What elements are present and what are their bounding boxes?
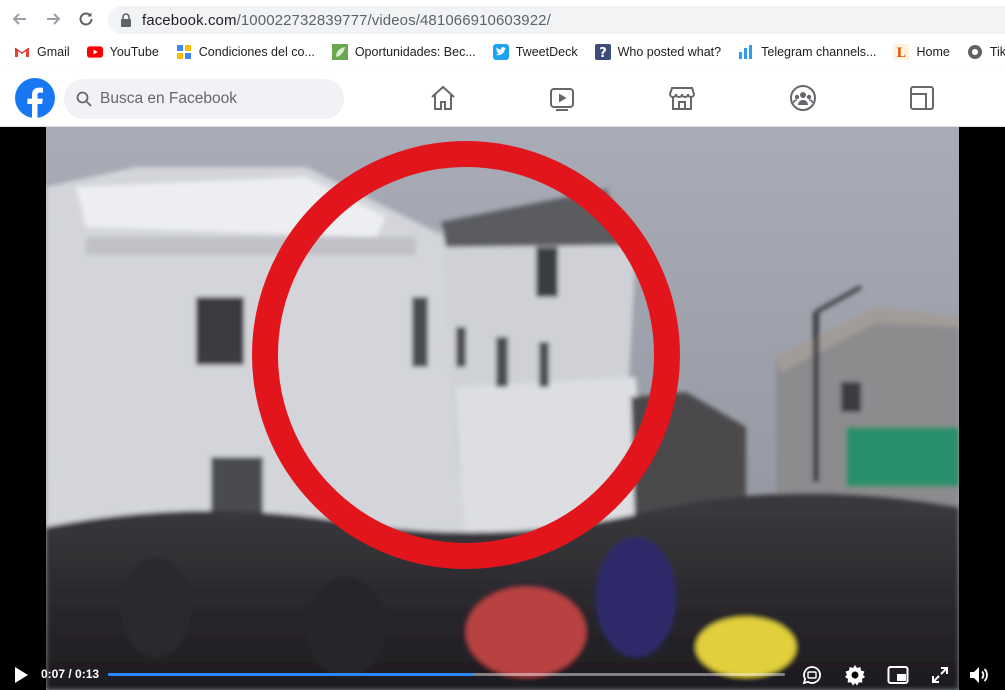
- bookmark-who-posted[interactable]: ? Who posted what?: [594, 44, 722, 60]
- url-host: facebook.com: [142, 12, 237, 29]
- time-display: 0:07 / 0:13: [41, 667, 100, 681]
- nav-marketplace[interactable]: [668, 84, 696, 112]
- groups-icon: [790, 85, 816, 111]
- home-icon: [431, 85, 455, 110]
- bookmark-tweetdeck[interactable]: TweetDeck: [492, 44, 578, 60]
- reload-icon: [79, 12, 93, 26]
- nav-watch[interactable]: [548, 84, 576, 112]
- svg-text:?: ?: [599, 46, 607, 60]
- fullscreen-button[interactable]: [928, 663, 952, 687]
- search-box[interactable]: Busca en Facebook: [64, 79, 344, 119]
- watch-icon: [550, 88, 574, 111]
- back-button[interactable]: [10, 9, 30, 29]
- youtube-icon: [86, 44, 103, 60]
- bookmark-label: Gmail: [37, 45, 70, 59]
- captions-button[interactable]: [800, 663, 824, 687]
- url-text: facebook.com/100022732839777/videos/4810…: [142, 12, 551, 29]
- bookmark-label: TikTok We: [989, 45, 1005, 59]
- nav-gaming[interactable]: [908, 84, 936, 112]
- browser-toolbar: facebook.com/100022732839777/videos/4810…: [0, 0, 1005, 38]
- volume-icon: [970, 667, 988, 683]
- bookmark-label: Condiciones del co...: [198, 45, 315, 59]
- video-still: [46, 127, 959, 690]
- marketplace-icon: [668, 87, 696, 110]
- arrow-left-icon: [12, 13, 26, 25]
- facebook-header: Busca en Facebook: [0, 68, 1005, 127]
- bookmark-tiktok[interactable]: TikTok We: [967, 44, 1005, 60]
- video-player[interactable]: [0, 127, 1005, 690]
- volume-button[interactable]: [967, 663, 991, 687]
- tweetdeck-icon: [492, 44, 509, 60]
- lock-icon: [121, 13, 131, 27]
- bookmark-label: Who posted what?: [617, 45, 722, 59]
- bookmark-label: Oportunidades: Bec...: [354, 45, 476, 59]
- nav-groups[interactable]: [789, 84, 817, 112]
- bookmarks-bar: Gmail YouTube Condiciones del co... Opor…: [0, 38, 1005, 66]
- bookmark-label: TweetDeck: [515, 45, 578, 59]
- progress-fill: [108, 673, 474, 676]
- gmail-icon: [14, 44, 30, 60]
- arrow-right-icon: [47, 13, 61, 25]
- chart-bars-icon: [738, 44, 754, 60]
- bookmark-home[interactable]: L Home: [893, 44, 950, 60]
- letter-l-icon: L: [893, 44, 910, 60]
- play-button[interactable]: [9, 663, 33, 687]
- bookmark-condiciones[interactable]: Condiciones del co...: [176, 44, 315, 60]
- fullscreen-icon: [932, 667, 948, 683]
- search-icon: [76, 91, 92, 107]
- bookmark-youtube[interactable]: YouTube: [86, 44, 159, 60]
- gaming-icon: [910, 86, 934, 110]
- reload-button[interactable]: [76, 9, 96, 29]
- captions-icon: [802, 666, 821, 685]
- play-icon: [15, 667, 28, 683]
- pinwheel-icon: [176, 44, 192, 60]
- bookmark-gmail[interactable]: Gmail: [14, 44, 70, 60]
- nav-home[interactable]: [429, 84, 457, 112]
- svg-text:L: L: [897, 46, 906, 60]
- facebook-logo-icon[interactable]: [15, 78, 55, 118]
- miniplayer-icon: [887, 666, 909, 684]
- bookmark-label: YouTube: [109, 45, 159, 59]
- video-frame[interactable]: [46, 127, 959, 690]
- bookmark-telegram[interactable]: Telegram channels...: [738, 44, 876, 60]
- address-bar[interactable]: facebook.com/100022732839777/videos/4810…: [108, 6, 1005, 34]
- bookmark-label: Home: [916, 45, 950, 59]
- globe-icon: [967, 44, 983, 60]
- forward-button[interactable]: [43, 9, 63, 29]
- bookmark-label: Telegram channels...: [761, 45, 877, 59]
- miniplayer-button[interactable]: [886, 663, 910, 687]
- bookmark-oportunidades[interactable]: Oportunidades: Bec...: [331, 44, 476, 60]
- url-path: /100022732839777/videos/481066910603922/: [236, 12, 551, 29]
- settings-button[interactable]: [843, 663, 867, 687]
- leaf-icon: [331, 44, 348, 60]
- question-icon: ?: [594, 44, 611, 60]
- settings-icon: [845, 665, 865, 686]
- search-placeholder: Busca en Facebook: [100, 90, 238, 107]
- progress-bar[interactable]: [108, 673, 785, 676]
